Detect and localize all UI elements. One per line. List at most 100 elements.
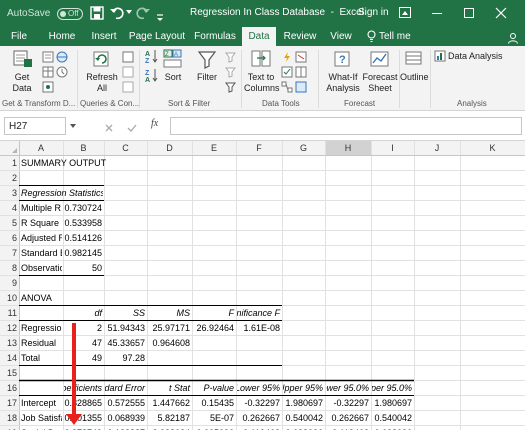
column-header-h[interactable]: H [345,143,352,153]
recent-sources-icon[interactable] [56,65,68,83]
row-header-13[interactable]: 13 [7,338,17,348]
cell-c18[interactable]: 0.068939 [107,413,145,423]
spreadsheet-grid[interactable]: ABCDEFGHIJK12345678910111213141516171819… [0,141,525,430]
column-header-b[interactable]: B [80,143,86,153]
cell-a17[interactable]: Intercept [21,398,57,408]
sort-button[interactable]: ZA Sort [160,49,186,97]
sort-az-icon[interactable]: AZ [145,49,159,68]
column-header-g[interactable]: G [300,143,307,153]
name-box[interactable]: H27 [4,117,66,135]
cell-f17[interactable]: -0.32297 [244,398,280,408]
row-header-1[interactable]: 1 [12,158,17,168]
advanced-filter-icon[interactable] [225,80,237,98]
column-header-a[interactable]: A [38,143,44,153]
row-header-5[interactable]: 5 [12,218,17,228]
cell-b4[interactable]: 0.730724 [64,203,102,213]
row-header-8[interactable]: 8 [12,263,17,273]
cell-a4[interactable]: Multiple R [21,203,62,213]
close-icon[interactable] [495,6,507,24]
forecast-sheet-button[interactable]: Forecast Sheet [362,49,398,97]
cell-a8[interactable]: Observations [21,263,75,273]
cell-f12[interactable]: 1.61E-08 [243,323,280,333]
cell-e18[interactable]: 5E-07 [210,413,234,423]
cell-c11[interactable]: SS [133,308,145,318]
column-header-e[interactable]: E [211,143,217,153]
cell-b6[interactable]: 0.514126 [64,233,102,243]
undo-icon[interactable] [109,5,125,26]
cell-a10[interactable]: ANOVA [21,293,52,303]
cell-e11[interactable]: F [229,308,235,318]
cell-e12[interactable]: 26.92464 [196,323,234,333]
cell-a13[interactable]: Residual [21,338,56,348]
edit-links-icon[interactable] [122,80,134,98]
tab-file[interactable]: File [4,27,34,46]
row-header-3[interactable]: 3 [12,188,17,198]
cell-f18[interactable]: 0.262667 [242,413,280,423]
cancel-entry-icon[interactable] [104,120,114,138]
what-if-analysis-button[interactable]: ? What-If Analysis [323,49,363,97]
row-header-9[interactable]: 9 [12,278,17,288]
column-header-k[interactable]: K [489,143,495,153]
row-header-10[interactable]: 10 [7,293,17,303]
cell-b14[interactable]: 49 [92,353,102,363]
confirm-entry-icon[interactable] [127,120,137,138]
cell-b13[interactable]: 47 [92,338,102,348]
tab-data[interactable]: Data [242,27,276,46]
redo-icon[interactable] [135,5,151,26]
maximize-icon[interactable] [464,8,474,18]
save-icon[interactable] [90,6,104,25]
cell-a5[interactable]: R Square [21,218,59,228]
tab-insert[interactable]: Insert [87,27,121,46]
cell-b16[interactable]: Coefficients [55,383,103,393]
formula-input[interactable] [170,117,522,135]
cell-a14[interactable]: Total [21,353,40,363]
cell-h18[interactable]: 0.262667 [331,413,369,423]
autosave-toggle[interactable]: Off [57,8,83,20]
column-header-c[interactable]: C [122,143,129,153]
cell-a1[interactable]: SUMMARY OUTPUT [21,158,107,168]
cell-g18[interactable]: 0.540042 [285,413,323,423]
tab-view[interactable]: View [327,27,355,46]
row-header-11[interactable]: 11 [8,308,17,318]
text-to-columns-button[interactable]: Text to Columns [244,49,280,97]
existing-connections-icon[interactable] [42,80,54,98]
cell-d17[interactable]: 1.447662 [152,398,190,408]
cell-i17[interactable]: 1.980697 [374,398,412,408]
cell-c17[interactable]: 0.572555 [107,398,145,408]
cell-i18[interactable]: 0.540042 [374,413,412,423]
cell-h17[interactable]: -0.32297 [333,398,369,408]
column-header-d[interactable]: D [166,143,173,153]
refresh-all-button[interactable]: Refresh All [84,49,120,97]
cell-e16[interactable]: P-value [203,383,234,393]
data-analysis-button[interactable]: Data Analysis [434,50,524,64]
cell-c12[interactable]: 51.94343 [107,323,145,333]
row-header-6[interactable]: 6 [12,233,17,243]
customize-icon[interactable] [156,9,164,27]
undo-dropdown-icon[interactable] [126,10,132,14]
name-box-dropdown-icon[interactable] [70,124,76,128]
cell-d16[interactable]: t Stat [169,383,191,393]
ribbon-display-icon[interactable] [399,7,411,18]
tab-page-layout[interactable]: Page Layout [128,27,186,46]
row-header-14[interactable]: 14 [7,353,17,363]
column-header-j[interactable]: J [435,143,440,153]
cell-a3[interactable]: Regression Statistics [21,188,106,198]
cell-d11[interactable]: MS [177,308,191,318]
column-header-i[interactable]: I [391,143,394,153]
sort-za-icon[interactable]: ZA [145,68,159,87]
row-header-18[interactable]: 18 [7,413,17,423]
filter-button[interactable]: Filter [192,49,222,97]
manage-data-model-icon[interactable] [295,80,307,98]
cell-b17[interactable]: 0.828865 [64,398,102,408]
cell-d12[interactable]: 25.97171 [152,323,190,333]
relationships-icon[interactable] [281,80,293,98]
cell-d18[interactable]: 5.82187 [157,413,190,423]
tab-formulas[interactable]: Formulas [193,27,237,46]
outline-button[interactable]: Outline [400,49,429,97]
tell-me-search[interactable]: Tell me [362,27,412,46]
column-header-f[interactable]: F [256,143,262,153]
minimize-icon[interactable] [432,13,442,14]
cell-c14[interactable]: 97.28 [122,353,145,363]
sign-in-link[interactable]: Sign in [358,7,389,18]
cell-b5[interactable]: 0.533958 [64,218,102,228]
